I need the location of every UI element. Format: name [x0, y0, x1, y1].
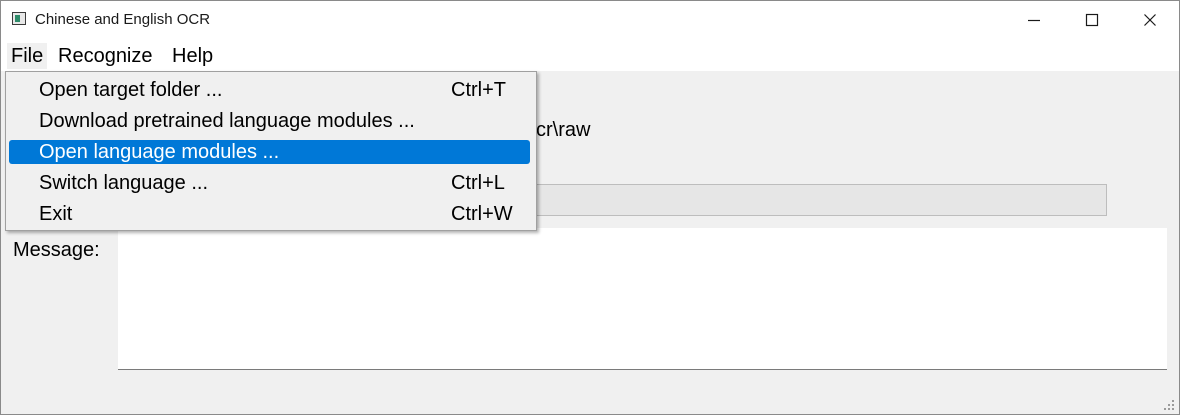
- menu-item-shortcut: Ctrl+W: [451, 203, 513, 225]
- menu-item-shortcut: Ctrl+T: [451, 79, 506, 101]
- resize-grip-icon[interactable]: [1163, 398, 1175, 410]
- progress-bar: [531, 184, 1107, 216]
- menu-item-exit[interactable]: Exit Ctrl+W: [9, 202, 530, 226]
- close-icon: [1143, 13, 1157, 27]
- message-area[interactable]: [118, 228, 1167, 370]
- menu-help[interactable]: Help: [168, 43, 217, 69]
- menu-item-switch-language[interactable]: Switch language ... Ctrl+L: [9, 171, 530, 195]
- menu-item-open-target-folder[interactable]: Open target folder ... Ctrl+T: [9, 78, 530, 102]
- menu-item-label: Switch language ...: [39, 172, 208, 194]
- message-label: Message:: [13, 239, 100, 261]
- window-title: Chinese and English OCR: [35, 11, 211, 28]
- menu-recognize[interactable]: Recognize: [54, 43, 157, 69]
- menu-file[interactable]: File: [7, 43, 48, 69]
- file-menu-dropdown: Open target folder ... Ctrl+T Download p…: [5, 71, 537, 231]
- menu-item-download-modules[interactable]: Download pretrained language modules ...: [9, 109, 530, 133]
- title-bar: Chinese and English OCR: [1, 1, 1179, 39]
- app-window-icon: [12, 12, 26, 25]
- menu-item-label: Open target folder ...: [39, 79, 223, 101]
- app-window: Chinese and English OCR File Recognize H…: [0, 0, 1180, 415]
- menu-item-label: Open language modules ...: [39, 141, 280, 163]
- menu-item-label: Exit: [39, 203, 73, 225]
- close-button[interactable]: [1121, 1, 1179, 39]
- maximize-button[interactable]: [1063, 1, 1121, 39]
- menu-item-open-language-modules[interactable]: Open language modules ...: [9, 140, 530, 164]
- minimize-icon: [1027, 13, 1041, 27]
- menu-bar: File Recognize Help: [1, 39, 1179, 71]
- folder-path-text: cr\raw: [536, 119, 591, 141]
- maximize-icon: [1085, 13, 1099, 27]
- menu-item-label: Download pretrained language modules ...: [39, 110, 415, 132]
- minimize-button[interactable]: [1005, 1, 1063, 39]
- menu-item-shortcut: Ctrl+L: [451, 172, 505, 194]
